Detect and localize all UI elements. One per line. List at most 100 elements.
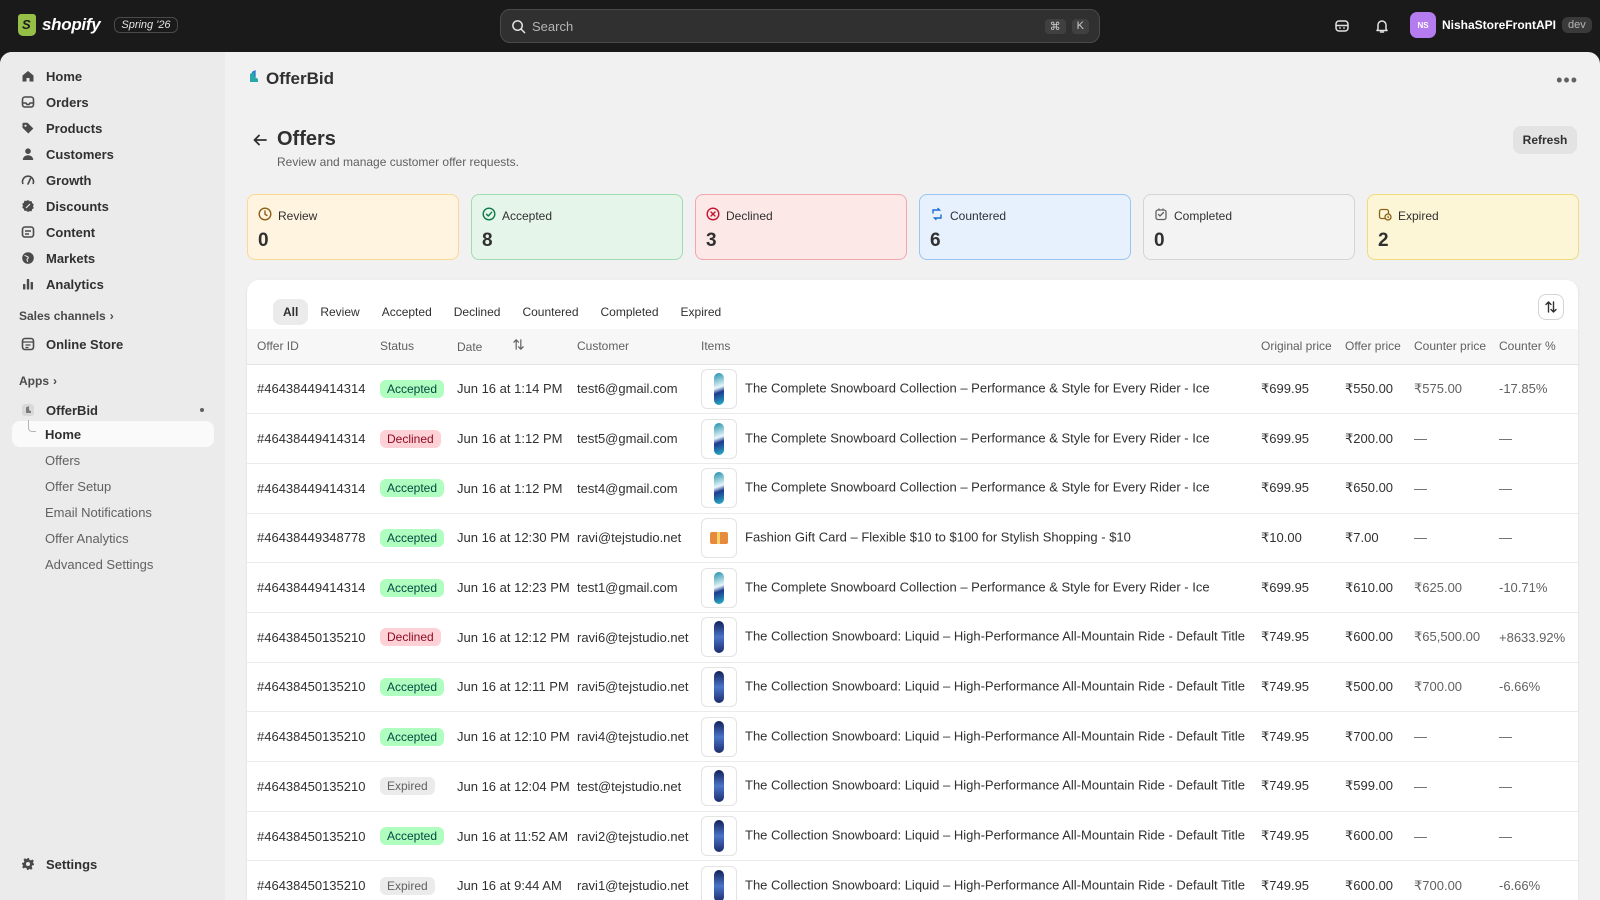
column-header-date[interactable]: Date xyxy=(453,329,573,365)
sidebar-item-settings[interactable]: Settings xyxy=(12,852,214,876)
column-header-offer-id[interactable]: Offer ID xyxy=(247,329,376,365)
search-bar[interactable]: ⌘ K xyxy=(500,9,1100,43)
sidebar: Home Orders Products Customers Growth Di… xyxy=(0,52,225,900)
column-header-customer[interactable]: Customer xyxy=(573,329,697,365)
stat-card-review[interactable]: Review 0 xyxy=(247,194,459,260)
refresh-button[interactable]: Refresh xyxy=(1513,126,1577,154)
bell-icon[interactable] xyxy=(1372,16,1392,36)
column-header-original-price[interactable]: Original price xyxy=(1257,329,1341,365)
sidebar-item-analytics[interactable]: Analytics xyxy=(12,272,214,296)
search-input[interactable] xyxy=(532,18,1045,34)
cell-offer-id[interactable]: #46438449414314 xyxy=(247,562,376,613)
stat-card-completed[interactable]: Completed 0 xyxy=(1143,194,1355,260)
table-row[interactable]: #46438450135210 Accepted Jun 16 at 12:11 P… xyxy=(247,662,1578,713)
shopify-logo[interactable]: shopify Spring '26 xyxy=(18,14,178,36)
snowboard-image xyxy=(714,472,724,505)
cell-items[interactable]: The Complete Snowboard Collection – Perf… xyxy=(697,562,1257,613)
brand-name: shopify xyxy=(42,15,101,34)
cell-items[interactable]: The Collection Snowboard: Liquid – High-… xyxy=(697,761,1257,812)
sidebar-subitem-offers[interactable]: Offers xyxy=(45,453,80,468)
cell-offer-id[interactable]: #46438449414314 xyxy=(247,364,376,415)
shortcut-key-k: K xyxy=(1071,18,1089,34)
cell-offer-price: ₹650.00 xyxy=(1341,463,1410,514)
cell-items[interactable]: The Complete Snowboard Collection – Perf… xyxy=(697,463,1257,514)
cell-offer-id[interactable]: #46438450135210 xyxy=(247,860,376,900)
tab-all[interactable]: All xyxy=(273,299,309,325)
tab-declined[interactable]: Declined xyxy=(444,299,511,325)
column-header-items[interactable]: Items xyxy=(697,329,1257,365)
sidebar-item-orders[interactable]: Orders xyxy=(12,90,214,114)
sidebar-item-customers[interactable]: Customers xyxy=(12,142,214,166)
table-row[interactable]: #46438450135210 Accepted Jun 16 at 11:52 A… xyxy=(247,811,1578,862)
tab-accepted[interactable]: Accepted xyxy=(372,299,442,325)
sidebar-subitem-offer-analytics[interactable]: Offer Analytics xyxy=(45,531,129,546)
table-row[interactable]: #46438449414314 Declined Jun 16 at 1:12 PM… xyxy=(247,413,1578,464)
cell-offer-id[interactable]: #46438450135210 xyxy=(247,761,376,812)
sort-icon[interactable] xyxy=(512,339,525,354)
apps-header[interactable]: Apps › xyxy=(19,374,57,388)
stat-card-accepted[interactable]: Accepted 8 xyxy=(471,194,683,260)
sidebar-item-label: Analytics xyxy=(46,276,104,292)
tab-countered[interactable]: Countered xyxy=(512,299,588,325)
sidebar-item-products[interactable]: Products xyxy=(12,116,214,140)
column-header-counter-pct[interactable]: Counter % xyxy=(1495,329,1578,365)
stat-card-countered[interactable]: Countered 6 xyxy=(919,194,1131,260)
cell-items[interactable]: The Complete Snowboard Collection – Perf… xyxy=(697,364,1257,415)
table-row[interactable]: #46438449414314 Accepted Jun 16 at 12:23 P… xyxy=(247,562,1578,613)
cell-customer: ravi5@tejstudio.net xyxy=(573,662,697,713)
sidebar-item-home[interactable]: Home xyxy=(12,64,214,88)
clock-icon xyxy=(258,207,272,224)
sidebar-item-online-store[interactable]: Online Store xyxy=(12,332,214,356)
sidekick-icon[interactable] xyxy=(1332,16,1352,36)
snowboard-image xyxy=(714,869,724,900)
item-title: The Collection Snowboard: Liquid – High-… xyxy=(745,678,1246,694)
sidebar-item-discounts[interactable]: Discounts xyxy=(12,194,214,218)
sidebar-item-markets[interactable]: Markets xyxy=(12,246,214,270)
cell-offer-id[interactable]: #46438450135210 xyxy=(247,612,376,663)
table-row[interactable]: #46438449414314 Accepted Jun 16 at 1:12 PM… xyxy=(247,463,1578,514)
cell-offer-price: ₹700.00 xyxy=(1341,711,1410,762)
sales-channels-header[interactable]: Sales channels › xyxy=(19,309,114,323)
cell-offer-id[interactable]: #46438450135210 xyxy=(247,811,376,862)
cell-items[interactable]: The Collection Snowboard: Liquid – High-… xyxy=(697,612,1257,663)
cell-offer-id[interactable]: #46438450135210 xyxy=(247,662,376,713)
cell-items[interactable]: The Collection Snowboard: Liquid – High-… xyxy=(697,711,1257,762)
sidebar-subitem-offer-setup[interactable]: Offer Setup xyxy=(45,479,111,494)
stat-card-expired[interactable]: Expired 2 xyxy=(1367,194,1579,260)
cell-offer-id[interactable]: #46438449414314 xyxy=(247,413,376,464)
tab-expired[interactable]: Expired xyxy=(671,299,732,325)
sidebar-subitem-email-notifications[interactable]: Email Notifications xyxy=(45,505,152,520)
cell-items[interactable]: Fashion Gift Card – Flexible $10 to $100… xyxy=(697,513,1257,564)
table-row[interactable]: #46438449348778 Accepted Jun 16 at 12:30 P… xyxy=(247,513,1578,564)
sort-button[interactable] xyxy=(1538,294,1564,320)
store-menu[interactable]: NS NishaStoreFrontAPI dev xyxy=(1410,12,1592,38)
cell-items[interactable]: The Complete Snowboard Collection – Perf… xyxy=(697,413,1257,464)
more-actions-icon[interactable]: ••• xyxy=(1556,70,1578,91)
tab-completed[interactable]: Completed xyxy=(591,299,669,325)
cell-items[interactable]: The Collection Snowboard: Liquid – High-… xyxy=(697,860,1257,900)
stat-card-declined[interactable]: Declined 3 xyxy=(695,194,907,260)
cell-items[interactable]: The Collection Snowboard: Liquid – High-… xyxy=(697,662,1257,713)
cell-items[interactable]: The Collection Snowboard: Liquid – High-… xyxy=(697,811,1257,862)
column-header-offer-price[interactable]: Offer price xyxy=(1341,329,1410,365)
sidebar-subitem-home[interactable]: Home xyxy=(45,427,81,442)
sidebar-item-growth[interactable]: Growth xyxy=(12,168,214,192)
table-row[interactable]: #46438450135210 Declined Jun 16 at 12:12 P… xyxy=(247,612,1578,663)
app-title: OfferBid xyxy=(246,68,334,89)
cell-customer: ravi1@tejstudio.net xyxy=(573,860,697,900)
cell-offer-id[interactable]: #46438450135210 xyxy=(247,711,376,762)
cell-offer-id[interactable]: #46438449348778 xyxy=(247,513,376,564)
sidebar-item-offerbid[interactable]: OfferBid xyxy=(12,398,214,422)
sidebar-subitem-advanced-settings[interactable]: Advanced Settings xyxy=(45,557,153,572)
tab-review[interactable]: Review xyxy=(310,299,369,325)
table-row[interactable]: #46438450135210 Accepted Jun 16 at 12:10 P… xyxy=(247,711,1578,762)
shopify-bag-icon xyxy=(18,14,36,36)
table-row[interactable]: #46438450135210 Expired Jun 16 at 9:44 AM r… xyxy=(247,860,1578,900)
sidebar-item-content[interactable]: Content xyxy=(12,220,214,244)
column-header-counter-price[interactable]: Counter price xyxy=(1410,329,1495,365)
cell-offer-id[interactable]: #46438449414314 xyxy=(247,463,376,514)
table-row[interactable]: #46438450135210 Expired Jun 16 at 12:04 PM… xyxy=(247,761,1578,812)
column-header-status[interactable]: Status xyxy=(376,329,453,365)
back-arrow-icon[interactable] xyxy=(252,132,268,153)
table-row[interactable]: #46438449414314 Accepted Jun 16 at 1:14 PM… xyxy=(247,364,1578,415)
